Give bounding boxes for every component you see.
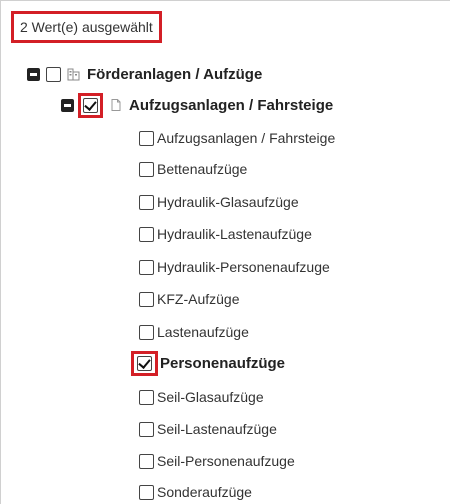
tree-node-group-checkbox[interactable] — [83, 97, 98, 113]
tree-leaf-checkbox[interactable] — [139, 453, 154, 469]
tree-leaf[interactable]: Hydraulik-Lastenaufzüge — [139, 221, 312, 247]
tree-leaf[interactable]: Lastenaufzüge — [139, 319, 249, 345]
tree-leaf-label[interactable]: Hydraulik-Glasaufzüge — [157, 194, 299, 210]
tree-leaf-checkbox[interactable] — [139, 389, 154, 405]
tree-leaf[interactable]: Seil-Personenaufzuge — [139, 448, 295, 474]
tree-leaf[interactable]: Hydraulik-Personenaufzuge — [139, 254, 330, 280]
tree-leaf-checkbox[interactable] — [139, 291, 154, 307]
tree-leaf-checkbox[interactable] — [139, 194, 154, 210]
tree-leaf-label[interactable]: KFZ-Aufzüge — [157, 291, 239, 307]
tree-leaf-label[interactable]: Seil-Lastenaufzüge — [157, 421, 277, 437]
tree-leaf-label[interactable]: Lastenaufzüge — [157, 324, 249, 340]
selection-summary-text: 2 Wert(e) ausgewählt — [20, 19, 153, 35]
leaf-checkbox-highlight — [131, 350, 158, 376]
selection-summary[interactable]: 2 Wert(e) ausgewählt — [11, 11, 162, 43]
tree-node-root: Förderanlagen / Aufzüge — [27, 61, 262, 87]
group-checkbox-highlight — [78, 92, 103, 118]
tree-leaf-label[interactable]: Hydraulik-Lastenaufzüge — [157, 226, 312, 242]
tree-leaf[interactable]: Bettenaufzüge — [139, 156, 247, 182]
tree-leaf[interactable]: Sonderaufzüge — [139, 479, 252, 504]
collapse-icon[interactable] — [27, 67, 40, 81]
tree-leaf-checkbox[interactable] — [139, 130, 154, 146]
tree-leaf-checkbox[interactable] — [139, 161, 154, 177]
tree-leaf-label[interactable]: Personenaufzüge — [160, 355, 285, 372]
tree-leaf[interactable]: Hydraulik-Glasaufzüge — [139, 189, 299, 215]
tree-node-root-label[interactable]: Förderanlagen / Aufzüge — [87, 66, 262, 83]
tree-leaf-checkbox[interactable] — [139, 421, 154, 437]
building-icon — [67, 68, 80, 81]
tree-leaf-label[interactable]: Hydraulik-Personenaufzuge — [157, 259, 330, 275]
tree-leaf-checkbox[interactable] — [139, 259, 154, 275]
tree-leaf-checkbox[interactable] — [139, 226, 154, 242]
tree-leaf-label[interactable]: Sonderaufzüge — [157, 484, 252, 500]
tree-leaf-label[interactable]: Aufzugsanlagen / Fahrsteige — [157, 130, 335, 146]
tree-node-group: Aufzugsanlagen / Fahrsteige — [61, 92, 333, 118]
tree-leaf[interactable]: Seil-Glasaufzüge — [139, 384, 264, 410]
collapse-icon[interactable] — [61, 98, 74, 112]
tree-leaf-checkbox[interactable] — [139, 484, 154, 500]
document-icon — [111, 99, 121, 111]
tree-leaf[interactable]: Aufzugsanlagen / Fahrsteige — [139, 125, 335, 151]
tree-leaf[interactable]: Seil-Lastenaufzüge — [139, 416, 277, 442]
tree-leaf-checkbox[interactable] — [139, 324, 154, 340]
tree-leaf[interactable]: KFZ-Aufzüge — [139, 286, 239, 312]
tree-leaf-label[interactable]: Seil-Personenaufzuge — [157, 453, 295, 469]
tree-leaf-label[interactable]: Bettenaufzüge — [157, 161, 247, 177]
tree-leaf-checkbox[interactable] — [137, 355, 152, 371]
tree-leaf-selected[interactable]: Personenaufzüge — [131, 350, 285, 376]
tree-node-root-checkbox[interactable] — [46, 66, 61, 82]
tree-leaf-label[interactable]: Seil-Glasaufzüge — [157, 389, 264, 405]
tree-select-panel: 2 Wert(e) ausgewählt Förderanlagen / Auf… — [0, 0, 450, 504]
tree-node-group-label[interactable]: Aufzugsanlagen / Fahrsteige — [129, 97, 333, 114]
